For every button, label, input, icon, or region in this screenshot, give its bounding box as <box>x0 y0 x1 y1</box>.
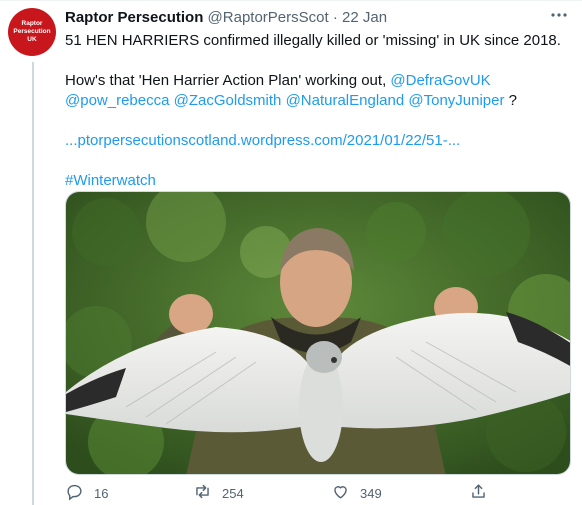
reply-icon <box>65 482 84 504</box>
tweet-url-line: ...ptorpersecutionscotland.wordpress.com… <box>65 131 565 151</box>
mention-pow-rebecca[interactable]: @pow_rebecca <box>65 92 169 109</box>
article-link[interactable]: ...ptorpersecutionscotland.wordpress.com… <box>65 132 460 149</box>
tweet-photo[interactable] <box>65 191 571 475</box>
avatar-text-3: UK <box>27 36 37 43</box>
like-icon <box>331 482 350 504</box>
mention-defra[interactable]: @DefraGovUK <box>390 72 490 89</box>
line2-suffix: ? <box>508 92 517 109</box>
top-divider <box>0 0 582 1</box>
mention-tony-juniper[interactable]: @TonyJuniper <box>408 92 504 109</box>
hashtag-winterwatch[interactable]: #Winterwatch <box>65 172 156 189</box>
tweet-line-2: How's that 'Hen Harrier Action Plan' wor… <box>65 71 565 111</box>
avatar-text-1: Raptor <box>21 20 43 27</box>
avatar[interactable]: Raptor Persecution UK <box>8 8 56 56</box>
like-button[interactable]: 349 <box>331 482 382 504</box>
thread-line <box>32 62 34 505</box>
retweet-icon <box>193 482 212 504</box>
line2-prefix: How's that 'Hen Harrier Action Plan' wor… <box>65 72 387 89</box>
share-button[interactable] <box>469 482 488 504</box>
share-icon <box>469 482 488 504</box>
handle[interactable]: @RaptorPersScot <box>208 9 329 26</box>
avatar-text-2: Persecution <box>13 28 51 35</box>
tweet-date[interactable]: 22 Jan <box>342 9 387 26</box>
photo-illustration <box>66 192 570 474</box>
retweet-button[interactable]: 254 <box>193 482 244 504</box>
tweet-header: Raptor Persecution @RaptorPersScot · 22 … <box>65 9 387 26</box>
tweet-hashtag-line: #Winterwatch <box>65 171 565 191</box>
reply-count: 16 <box>94 485 109 501</box>
mention-zac-goldsmith[interactable]: @ZacGoldsmith <box>174 92 282 109</box>
mention-natural-england[interactable]: @NaturalEngland <box>286 92 405 109</box>
separator: · <box>332 9 338 26</box>
tweet-text: 51 HEN HARRIERS confirmed illegally kill… <box>65 31 565 191</box>
reply-button[interactable]: 16 <box>65 482 108 504</box>
more-icon[interactable] <box>550 6 568 29</box>
display-name[interactable]: Raptor Persecution <box>65 9 203 26</box>
like-count: 349 <box>360 485 382 501</box>
retweet-count: 254 <box>222 485 244 501</box>
tweet-actions: 16 254 349 <box>65 482 545 504</box>
tweet-line-1: 51 HEN HARRIERS confirmed illegally kill… <box>65 32 561 49</box>
